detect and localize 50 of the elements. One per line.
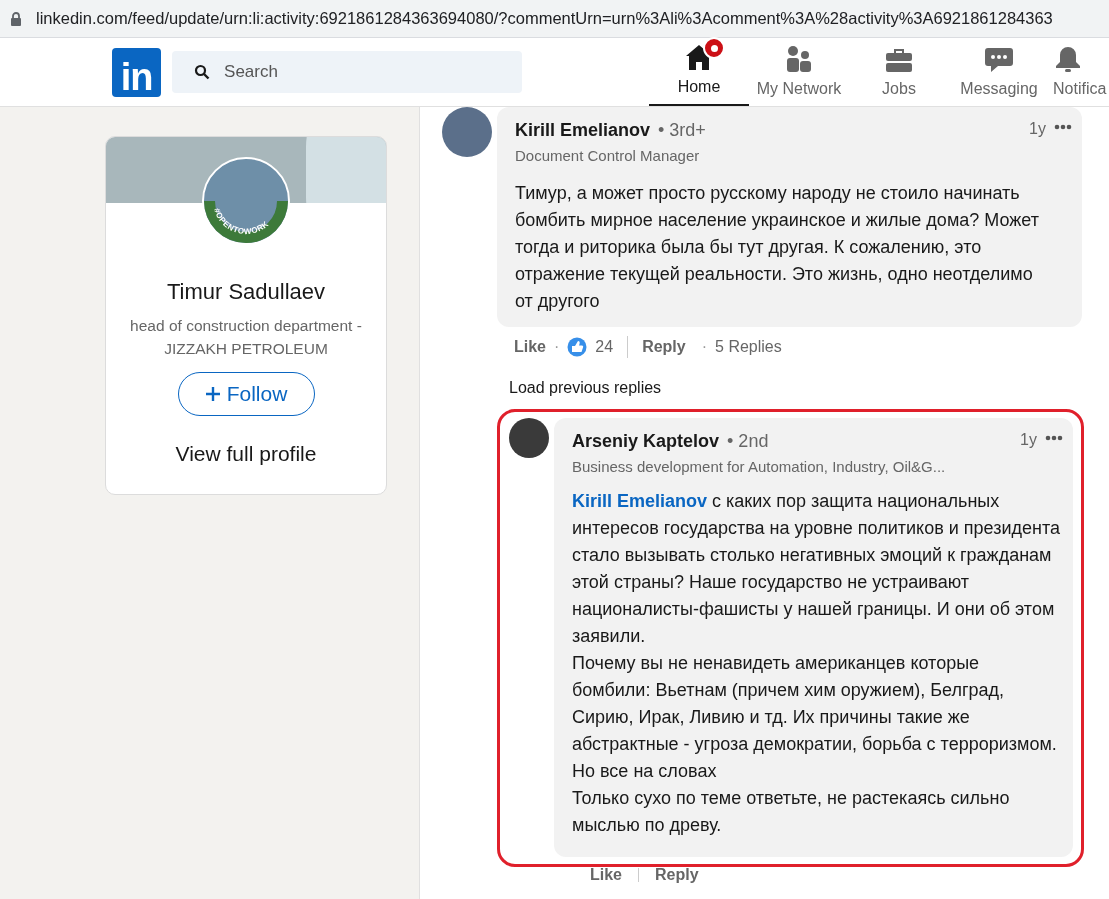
- separator-dot: ·: [701, 336, 708, 357]
- logo[interactable]: in: [112, 47, 162, 97]
- author-name[interactable]: Kirill Emelianov: [515, 117, 651, 144]
- nav-tab[interactable]: Messaging: [949, 38, 1049, 106]
- author-headline: Business development for Automation, Industry, Oil&G...: [572, 456, 947, 477]
- nav-label: Notifica: [1053, 79, 1107, 99]
- nav-tab[interactable]: Jobs: [849, 38, 949, 106]
- reply-button[interactable]: Reply: [655, 867, 699, 883]
- reply-button[interactable]: Reply: [642, 334, 686, 359]
- search-field[interactable]: Search: [172, 51, 523, 93]
- mention-link[interactable]: Kirill Emelianov: [572, 491, 708, 511]
- profile-headline: head of construction department - JIZZAKH PETROLEUM: [129, 316, 363, 359]
- search-icon: [194, 64, 211, 80]
- separator-dot: ·: [554, 336, 560, 357]
- bell-icon: [1053, 45, 1083, 73]
- replies-count-link[interactable]: 5 Replies: [715, 334, 782, 359]
- like-button[interactable]: Like: [590, 867, 622, 883]
- like-button[interactable]: Like: [514, 334, 546, 359]
- url-text: linkedin.com/feed/update/urn:li:activity:6921861284363694080/?commentUrn=urn%3Ali%3Acomment%3A%28activity%3A6921861284363: [36, 8, 1053, 30]
- nav-tab[interactable]: Notifica: [1049, 38, 1109, 106]
- avatar-placeholder[interactable]: [442, 107, 492, 157]
- connection-degree: • 2nd: [727, 429, 769, 453]
- timestamp: 1y: [1020, 429, 1037, 450]
- nav-label: Messaging: [960, 79, 1038, 99]
- thumbs-up-icon: [567, 336, 588, 357]
- connection-degree: • 3rd+: [658, 119, 706, 142]
- nav-label: My Network: [756, 79, 842, 99]
- nav-label: Jobs: [882, 79, 916, 99]
- plus-icon: [204, 386, 221, 402]
- more-icon[interactable]: [1054, 124, 1072, 130]
- view-profile-link[interactable]: View full profile: [175, 438, 317, 470]
- nav-label: Home: [677, 77, 721, 97]
- reaction-count[interactable]: 24: [595, 334, 614, 359]
- load-previous-replies-link[interactable]: Load previous replies: [509, 375, 1109, 400]
- chat-bubble-icon: [984, 45, 1014, 73]
- comment-text: Kirill Emelianov с каких пор защита национальных интересов государства на уровне политиков и президента стало вызывать столько негативных эмоций к гражданам этой страны? Наше государство не устраивают националисты-фашисты у нашей границы. И они об этом заявили.: [572, 490, 1061, 648]
- comment-text: Почему вы не ненавидеть американцев которые бомбили: Вьетнам (причем хим оружием), Белград, Сирию, Ирак, Ливию и тд. Их причины такие же абстрактные - угроза демократии, борьба с терроризмом. Но все на словах: [572, 652, 1058, 783]
- lock-icon: [10, 11, 22, 26]
- comment-text: Только сухо по теме ответьте, не растекаясь сильно мыслью по древу.: [572, 787, 1011, 837]
- address-bar[interactable]: linkedin.com/feed/update/urn:li:activity:6921861284363694080/?commentUrn=urn%3Ali%3Acomment%3A%28activity%3A6921861284363: [0, 0, 1109, 38]
- people-icon: [784, 45, 814, 73]
- more-icon[interactable]: [1045, 434, 1063, 441]
- author-headline: Document Control Manager: [515, 146, 701, 166]
- profile-name[interactable]: Timur Sadullaev: [166, 275, 326, 308]
- comment-text: Тимур, а может просто русскому народу не стоило начинать бомбить мирное население украинское и жилые дома? Может тогда и риторика была бы тут другая. К сожалению, это отражение текущей реальности. Это жизнь, одно неотделимо от другого: [515, 181, 1040, 313]
- nav-tab[interactable]: My Network: [749, 38, 849, 106]
- search-input[interactable]: Search: [224, 59, 505, 85]
- timestamp: 1y: [1029, 119, 1046, 139]
- avatar-placeholder[interactable]: [509, 417, 549, 458]
- author-name[interactable]: Arseniy Kaptelov: [572, 427, 720, 455]
